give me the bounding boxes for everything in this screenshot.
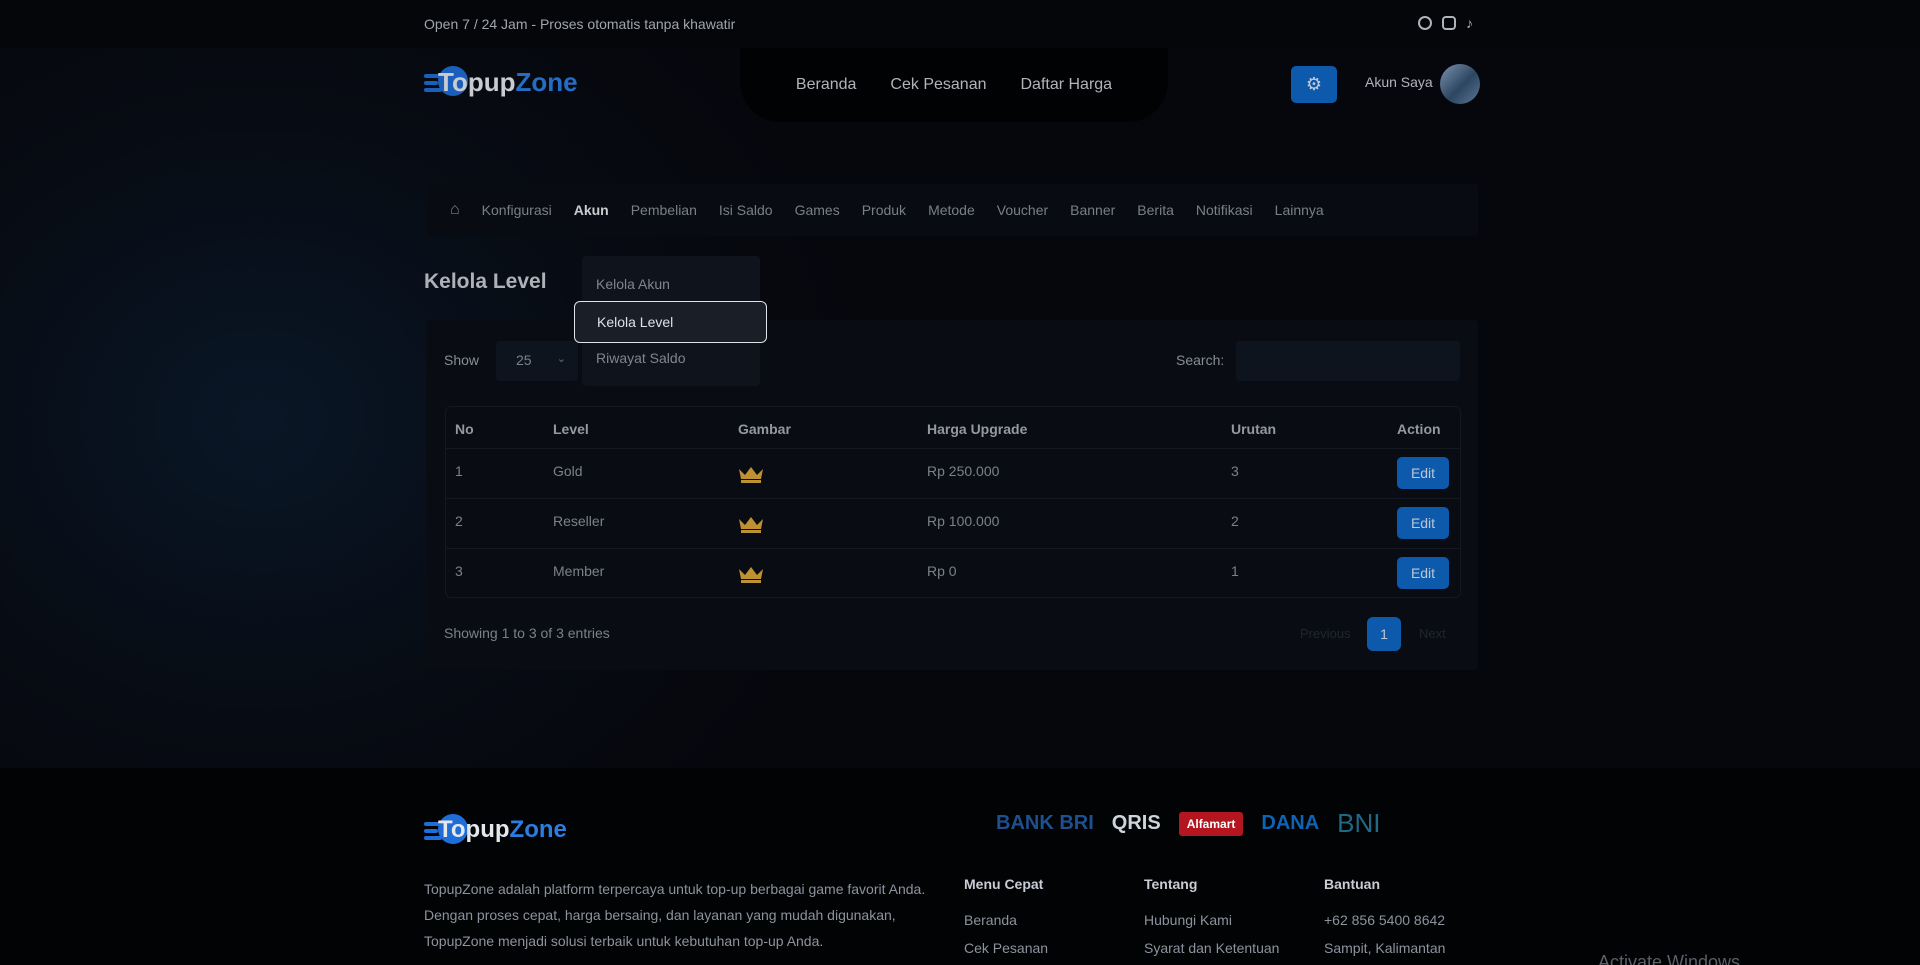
footer-col-title: Bantuan xyxy=(1324,876,1380,892)
pagination-next[interactable]: Next xyxy=(1419,626,1446,641)
search-input[interactable] xyxy=(1236,341,1460,381)
footer-link[interactable]: Beranda xyxy=(964,912,1048,928)
bank-bri-logo: BANK BRI xyxy=(996,812,1094,834)
table-row: 2 Reseller Rp 100.000 2 Edit xyxy=(446,499,1460,549)
admin-nav-games[interactable]: Games xyxy=(795,202,840,218)
admin-nav-voucher[interactable]: Voucher xyxy=(997,202,1048,218)
bni-logo: BNI xyxy=(1337,808,1381,838)
admin-nav-produk[interactable]: Produk xyxy=(862,202,906,218)
footer-link[interactable]: Cek Pesanan xyxy=(964,940,1048,956)
dropdown-kelola-level[interactable]: Kelola Level xyxy=(574,301,767,343)
payment-logos: BANK BRI QRIS Alfamart DANA BNI xyxy=(996,808,1381,839)
edit-button[interactable]: Edit xyxy=(1397,507,1449,539)
table-row: 1 Gold Rp 250.000 3 Edit xyxy=(446,449,1460,499)
footer-col-tentang: Tentang Hubungi Kami Syarat dan Ketentua… xyxy=(1144,876,1279,965)
logo-text-zone: Zone xyxy=(515,66,578,97)
tiktok-icon[interactable]: ♪ xyxy=(1466,16,1480,30)
admin-nav-konfigurasi[interactable]: Konfigurasi xyxy=(482,202,552,218)
footer-col-title: Tentang xyxy=(1144,876,1198,892)
footer-link[interactable]: Syarat dan Ketentuan xyxy=(1144,940,1279,956)
dropdown-kelola-akun[interactable]: Kelola Akun xyxy=(596,276,670,292)
entries-info: Showing 1 to 3 of 3 entries xyxy=(444,625,610,641)
home-icon[interactable]: ⌂ xyxy=(450,201,460,219)
header-harga[interactable]: Harga Upgrade xyxy=(927,421,1027,437)
main-nav: Beranda Cek Pesanan Daftar Harga xyxy=(740,48,1168,122)
header-urutan[interactable]: Urutan xyxy=(1231,421,1276,437)
cell-level: Member xyxy=(553,563,605,579)
page-size-select[interactable]: 25 ⌄ xyxy=(496,341,578,381)
logo-text-topup: Topup xyxy=(438,66,516,97)
header-level[interactable]: Level xyxy=(553,421,589,437)
footer-logo[interactable]: Topup Zone xyxy=(424,812,567,848)
alfamart-logo: Alfamart xyxy=(1178,811,1244,836)
header-no[interactable]: No xyxy=(455,421,474,437)
social-links: ♪ xyxy=(1418,16,1480,30)
pagination-page-1[interactable]: 1 xyxy=(1367,617,1401,651)
show-label: Show xyxy=(444,352,480,368)
account-label[interactable]: Akun Saya xyxy=(1365,74,1433,90)
admin-nav-berita[interactable]: Berita xyxy=(1137,202,1174,218)
cell-no: 3 xyxy=(455,563,463,579)
nav-cek-pesanan[interactable]: Cek Pesanan xyxy=(890,76,986,94)
search-label: Search: xyxy=(1176,352,1225,368)
page-title: Kelola Level xyxy=(424,270,547,293)
dropdown-riwayat-saldo[interactable]: Riwayat Saldo xyxy=(596,350,686,366)
footer-address: Sampit, Kalimantan xyxy=(1324,940,1446,956)
cell-order: 3 xyxy=(1231,463,1239,479)
level-table: No Level Gambar Harga Upgrade Urutan Act… xyxy=(445,406,1461,598)
chevron-down-icon: ⌄ xyxy=(556,353,566,365)
footer-col-title: Menu Cepat xyxy=(964,876,1044,892)
nav-beranda[interactable]: Beranda xyxy=(796,76,857,94)
settings-button[interactable]: ⚙ xyxy=(1291,66,1337,103)
admin-nav-akun[interactable]: Akun xyxy=(574,202,609,218)
footer-description: TopupZone adalah platform terpercaya unt… xyxy=(424,881,926,949)
footer-col-menu-cepat: Menu Cepat Beranda Cek Pesanan xyxy=(964,876,1048,965)
whatsapp-icon[interactable] xyxy=(1418,16,1432,30)
gear-icon: ⚙ xyxy=(1305,74,1323,94)
avatar[interactable] xyxy=(1440,64,1480,104)
admin-nav-isi-saldo[interactable]: Isi Saldo xyxy=(719,202,773,218)
header-action: Action xyxy=(1397,421,1441,437)
footer-col-bantuan: Bantuan +62 856 5400 8642 Sampit, Kalima… xyxy=(1324,876,1445,965)
admin-nav: ⌂ Konfigurasi Akun Pembelian Isi Saldo G… xyxy=(426,184,1478,236)
table-row: 3 Member Rp 0 1 Edit xyxy=(446,549,1460,599)
activate-windows-watermark: Activate Windows xyxy=(1598,952,1741,965)
admin-nav-notifikasi[interactable]: Notifikasi xyxy=(1196,202,1253,218)
qris-logo: QRIS xyxy=(1111,812,1161,834)
cell-order: 1 xyxy=(1231,563,1239,579)
logo-text-topup: Topup xyxy=(438,816,510,843)
page-size-value: 25 xyxy=(516,352,532,368)
cell-no: 1 xyxy=(455,463,463,479)
crown-icon xyxy=(739,467,763,483)
edit-button[interactable]: Edit xyxy=(1397,557,1449,589)
dana-logo: DANA xyxy=(1261,812,1320,834)
edit-button[interactable]: Edit xyxy=(1397,457,1449,489)
admin-nav-lainnya[interactable]: Lainnya xyxy=(1275,202,1324,218)
cell-order: 2 xyxy=(1231,513,1239,529)
cell-no: 2 xyxy=(455,513,463,529)
admin-nav-banner[interactable]: Banner xyxy=(1070,202,1115,218)
cell-level: Reseller xyxy=(553,513,605,529)
cell-level: Gold xyxy=(553,463,583,479)
admin-nav-metode[interactable]: Metode xyxy=(928,202,975,218)
top-bar: Open 7 / 24 Jam - Proses otomatis tanpa … xyxy=(0,0,1920,48)
pagination-previous[interactable]: Previous xyxy=(1300,626,1351,641)
footer-phone: +62 856 5400 8642 xyxy=(1324,912,1446,928)
crown-icon xyxy=(739,517,763,533)
logo-text-zone: Zone xyxy=(509,816,567,843)
header-gambar[interactable]: Gambar xyxy=(738,421,791,437)
footer: Topup Zone xyxy=(0,768,1920,965)
tagline: Open 7 / 24 Jam - Proses otomatis tanpa … xyxy=(424,16,736,32)
cell-price: Rp 250.000 xyxy=(927,463,1000,479)
crown-icon xyxy=(739,567,763,583)
logo[interactable]: Topup Zone xyxy=(424,64,578,100)
cell-price: Rp 0 xyxy=(927,563,957,579)
footer-link[interactable]: Hubungi Kami xyxy=(1144,912,1279,928)
cell-price: Rp 100.000 xyxy=(927,513,1000,529)
instagram-icon[interactable] xyxy=(1442,16,1456,30)
table-header: No Level Gambar Harga Upgrade Urutan Act… xyxy=(446,407,1460,449)
nav-daftar-harga[interactable]: Daftar Harga xyxy=(1020,76,1112,94)
admin-nav-pembelian[interactable]: Pembelian xyxy=(631,202,697,218)
